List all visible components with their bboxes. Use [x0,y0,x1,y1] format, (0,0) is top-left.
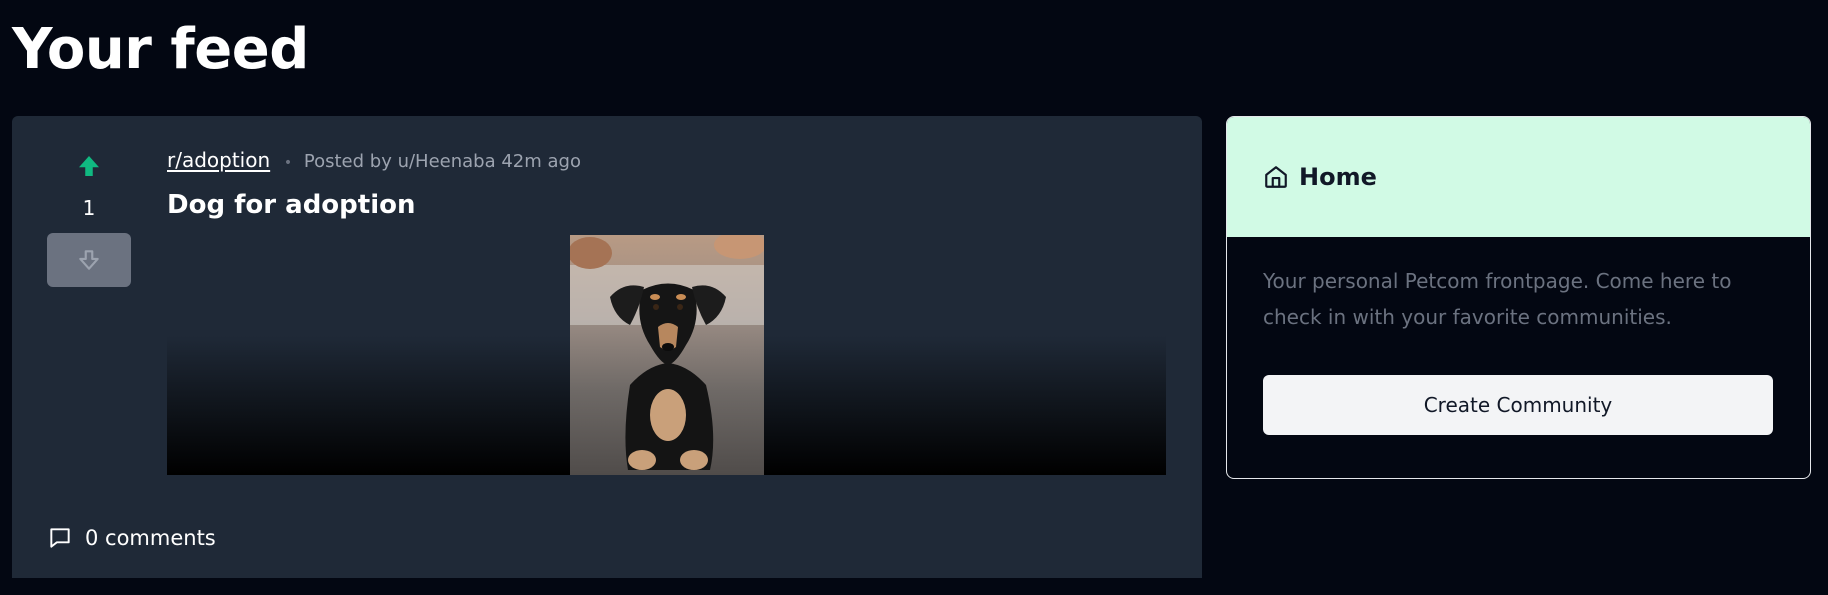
comments-count: 0 comments [85,526,216,550]
sidebar-header: Home [1227,117,1810,237]
downvote-icon [79,250,99,270]
feed-page: Your feed 1 r/adoption • Posted by u/Hee… [0,0,1828,595]
comments-link[interactable]: 0 comments [47,524,216,552]
home-icon [1265,166,1287,188]
page-title: Your feed [12,17,309,82]
sidebar-description: Your personal Petcom frontpage. Come her… [1263,269,1732,329]
post-title[interactable]: Dog for adoption [167,188,416,222]
post-meta: r/adoption • Posted by u/Heenaba 42m ago [167,148,581,175]
home-sidebar-card: Home Your personal Petcom frontpage. Com… [1226,116,1811,479]
post-media[interactable] [167,235,1166,475]
comment-icon [50,528,70,548]
dog-photo [570,235,764,475]
vote-column: 1 [47,151,131,287]
sidebar-title: Home [1299,163,1377,191]
vote-count: 1 [82,196,96,220]
create-community-button[interactable]: Create Community [1263,375,1773,435]
subreddit-link[interactable]: r/adoption [167,148,270,172]
post-card: 1 r/adoption • Posted by u/Heenaba 42m a… [12,116,1202,578]
post-author-time: Posted by u/Heenaba 42m ago [303,151,581,172]
meta-separator: • [283,155,293,171]
downvote-button[interactable] [47,233,131,287]
upvote-icon[interactable] [74,151,104,181]
